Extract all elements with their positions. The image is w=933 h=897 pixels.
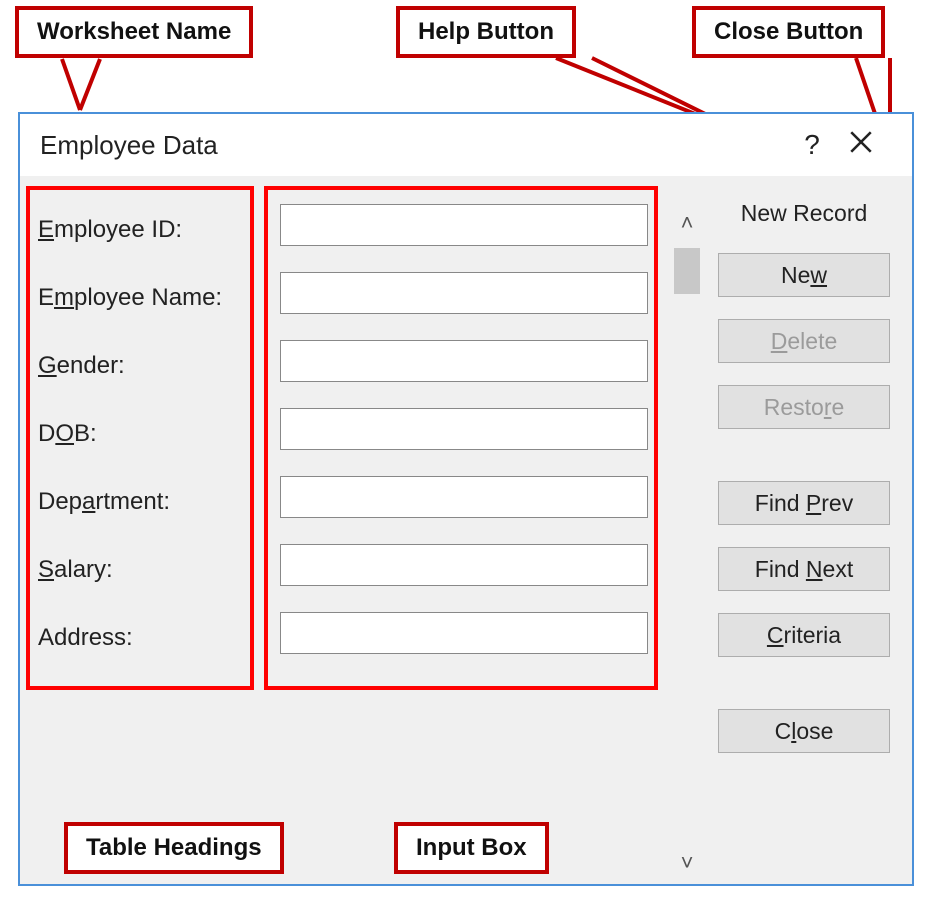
label-salary: Salary: [38,548,252,616]
label-address: Address: [38,616,252,684]
delete-button: Delete [718,319,890,363]
data-form-dialog: Employee Data ? Employee ID: Employee Na… [18,112,914,886]
record-status: New Record [718,200,890,227]
callout-worksheet-name: Worksheet Name [15,6,253,58]
find-next-button[interactable]: Find Next [718,547,890,591]
callout-table-headings: Table Headings [64,822,284,874]
restore-button: Restore [718,385,890,429]
input-salary[interactable] [280,544,648,586]
buttons-column: New Record New Delete Restore Find Prev … [718,200,890,775]
label-dob: DOB: [38,412,252,480]
input-employee-id[interactable] [280,204,648,246]
input-dob[interactable] [280,408,648,450]
dialog-title: Employee Data [40,130,790,161]
input-employee-name[interactable] [280,272,648,314]
find-prev-button[interactable]: Find Prev [718,481,890,525]
scroll-up-icon[interactable]: ˄ [676,210,698,236]
input-gender[interactable] [280,340,648,382]
label-gender: Gender: [38,344,252,412]
close-icon[interactable] [834,129,888,162]
field-inputs-column [268,190,662,688]
input-address[interactable] [280,612,648,654]
field-labels-column: Employee ID: Employee Name: Gender: DOB:… [30,190,258,688]
label-employee-id: Employee ID: [38,208,252,276]
scroll-down-icon[interactable]: ˅ [676,850,698,876]
label-department: Department: [38,480,252,548]
callout-input-box: Input Box [394,822,549,874]
titlebar: Employee Data ? [20,114,912,176]
callout-help-button: Help Button [396,6,576,58]
callout-close-button: Close Button [692,6,885,58]
record-scrollbar[interactable]: ˄ ˅ [670,210,704,876]
dialog-body: Employee ID: Employee Name: Gender: DOB:… [20,176,912,884]
criteria-button[interactable]: Criteria [718,613,890,657]
close-button[interactable]: Close [718,709,890,753]
input-department[interactable] [280,476,648,518]
scroll-thumb[interactable] [674,248,700,294]
new-button[interactable]: New [718,253,890,297]
label-employee-name: Employee Name: [38,276,252,344]
help-button[interactable]: ? [790,129,834,161]
